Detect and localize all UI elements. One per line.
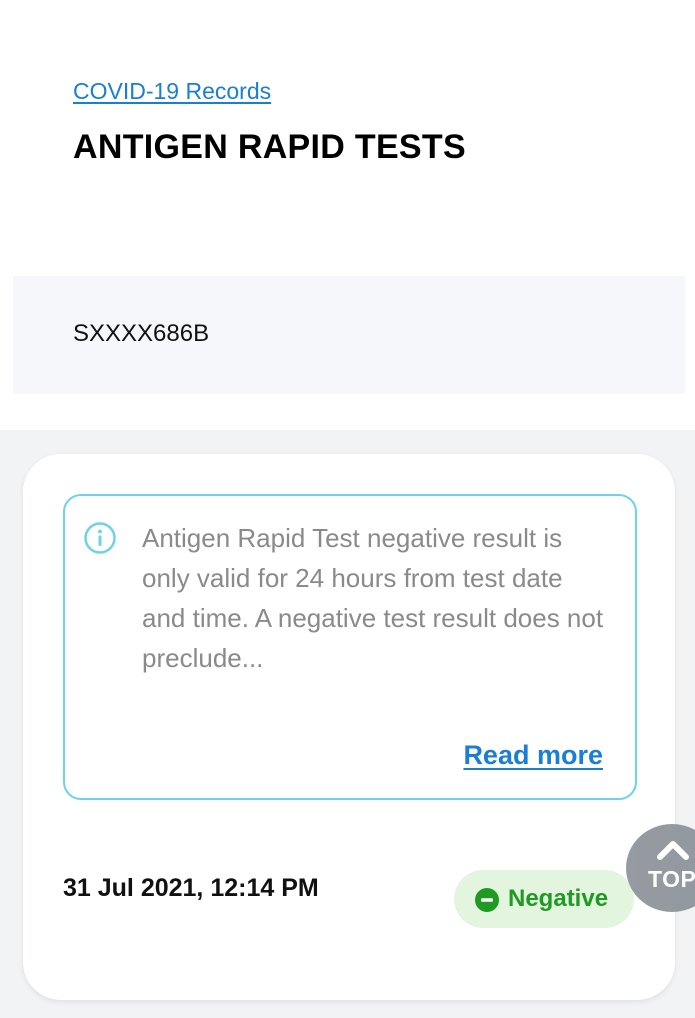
info-circle-icon (84, 522, 116, 554)
page-title: ANTIGEN RAPID TESTS (73, 128, 466, 166)
minus-circle-icon (475, 888, 499, 912)
test-datetime: 31 Jul 2021, 12:14 PM (63, 874, 319, 902)
page: COVID-19 Records ANTIGEN RAPID TESTS SXX… (0, 0, 695, 1018)
masked-id: SXXXX686B (73, 320, 210, 347)
test-record-card: Antigen Rapid Test negative result is on… (23, 454, 675, 1000)
result-badge: Negative (454, 870, 634, 928)
breadcrumb-covid-records[interactable]: COVID-19 Records (73, 78, 271, 105)
identity-panel: SXXXX686B (13, 276, 685, 394)
result-label: Negative (508, 885, 609, 912)
notice-text: Antigen Rapid Test negative result is on… (142, 523, 604, 673)
read-more-link[interactable]: Read more (463, 740, 603, 771)
validity-notice: Antigen Rapid Test negative result is on… (63, 494, 637, 800)
scroll-to-top-label: TOP (648, 866, 695, 892)
chevron-up-icon (657, 841, 689, 860)
